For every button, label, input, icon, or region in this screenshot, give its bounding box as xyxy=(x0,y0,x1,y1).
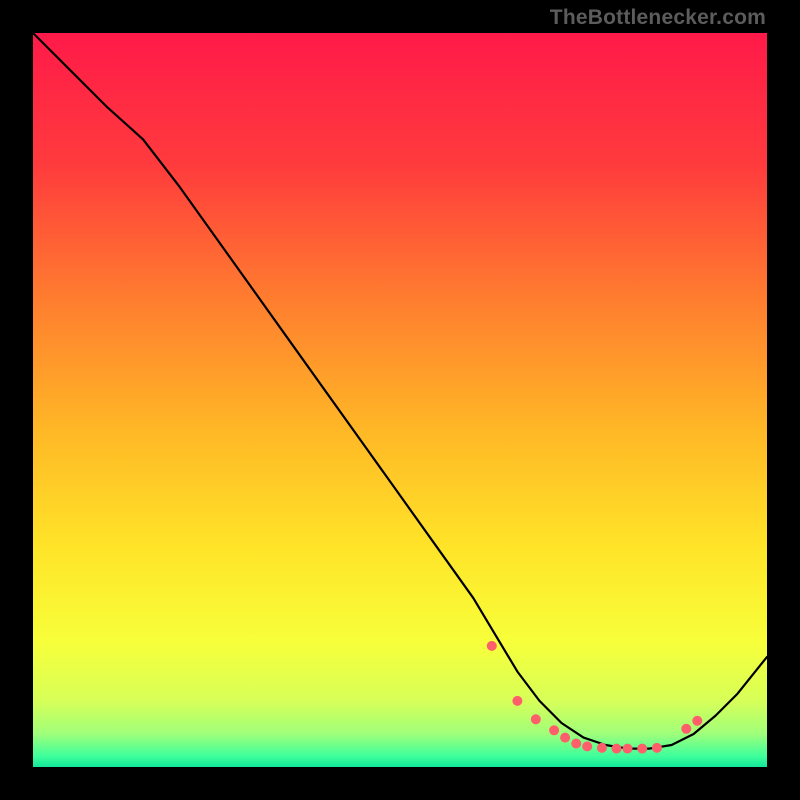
chart-marker-dot xyxy=(612,744,622,754)
chart-marker-dot xyxy=(571,739,581,749)
chart-marker-dot xyxy=(652,743,662,753)
chart-marker-dot xyxy=(531,714,541,724)
chart-plot-area xyxy=(33,33,767,767)
chart-gradient-background xyxy=(33,33,767,767)
chart-marker-dot xyxy=(582,741,592,751)
chart-frame: TheBottlenecker.com xyxy=(0,0,800,800)
chart-marker-dot xyxy=(692,716,702,726)
chart-marker-dot xyxy=(681,724,691,734)
chart-marker-dot xyxy=(597,743,607,753)
chart-marker-dot xyxy=(549,725,559,735)
chart-marker-dot xyxy=(512,696,522,706)
chart-marker-dot xyxy=(637,744,647,754)
watermark-text: TheBottlenecker.com xyxy=(550,6,766,30)
chart-svg xyxy=(33,33,767,767)
chart-marker-dot xyxy=(623,744,633,754)
chart-marker-dot xyxy=(560,733,570,743)
chart-marker-dot xyxy=(487,641,497,651)
